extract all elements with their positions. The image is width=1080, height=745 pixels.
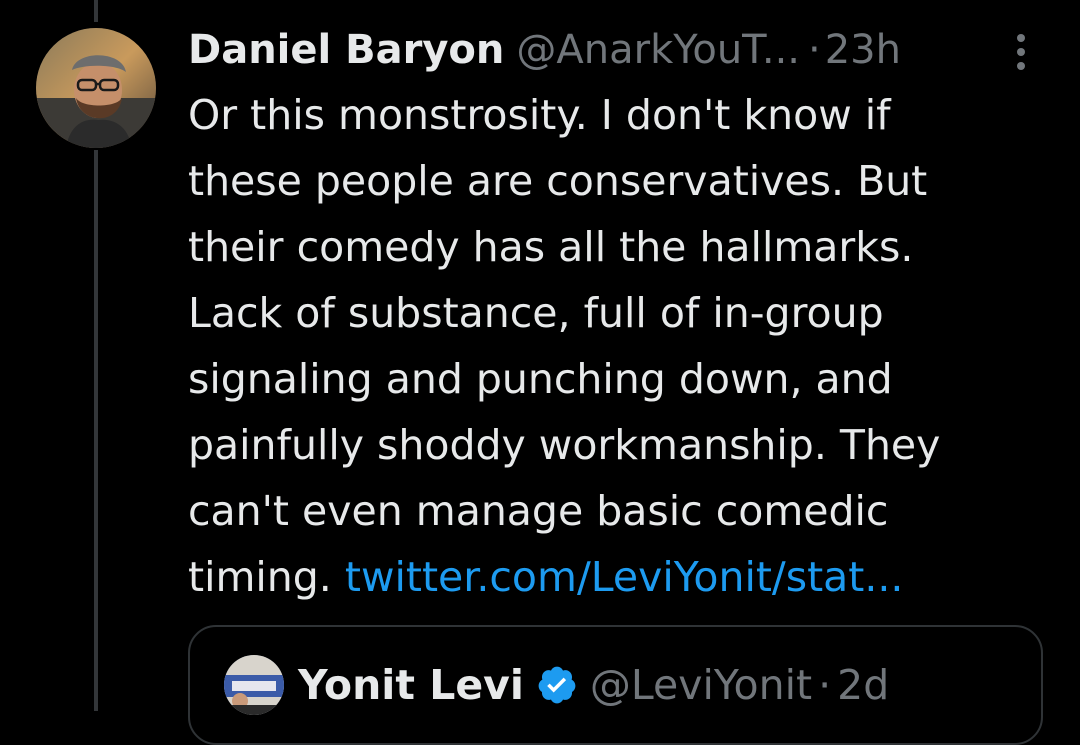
quoted-tweet-timestamp[interactable]: 2d <box>837 661 889 709</box>
tweet-text-line: signaling and punching down, and <box>188 355 893 403</box>
tweet-text-line: these people are conservatives. But <box>188 157 928 205</box>
author-avatar[interactable] <box>36 28 156 148</box>
tweet-text-line: Or this monstrosity. I don't know if <box>188 91 891 139</box>
author-display-name[interactable]: Daniel Baryon <box>188 24 504 76</box>
author-handle[interactable]: @AnarkYouT... <box>516 24 800 76</box>
tweet-text-line: painfully shoddy workmanship. They <box>188 421 941 469</box>
quoted-author-handle[interactable]: @LeviYonit <box>590 661 812 709</box>
quoted-header-separator: · <box>818 661 832 709</box>
tweet-text-line: their comedy has all the hallmarks. <box>188 223 914 271</box>
more-dot <box>1017 34 1025 42</box>
profile-photo-icon <box>224 655 284 715</box>
verified-badge-icon <box>538 666 576 704</box>
tweet-text-line: can't even manage basic comedic <box>188 487 889 535</box>
tweet-link[interactable]: twitter.com/LeviYonit/stat... <box>345 553 904 601</box>
quoted-author-avatar[interactable] <box>224 655 284 715</box>
profile-photo-icon <box>36 28 156 148</box>
tweet-header: Daniel Baryon @AnarkYouT... · 23h <box>188 24 901 76</box>
tweet-text-last-words: timing. <box>188 553 332 601</box>
quoted-tweet-header: Yonit Levi @LeviYonit · 2d <box>224 655 889 715</box>
more-dot <box>1017 48 1025 56</box>
more-dot <box>1017 62 1025 70</box>
tweet-text-line: Lack of substance, full of in-group <box>188 289 884 337</box>
quoted-tweet-card[interactable]: Yonit Levi @LeviYonit · 2d <box>188 625 1043 745</box>
thread-connector-line <box>94 0 98 22</box>
tweet-body: Or this monstrosity. I don't know if the… <box>188 82 1048 610</box>
header-separator: · <box>808 27 821 73</box>
tweet-timestamp[interactable]: 23h <box>825 24 901 76</box>
more-options-icon[interactable] <box>1010 30 1032 74</box>
tweet-text-last-line: timing. twitter.com/LeviYonit/stat... <box>188 544 1048 610</box>
quoted-author-display-name[interactable]: Yonit Levi <box>298 661 524 709</box>
thread-connector-line <box>94 150 98 711</box>
